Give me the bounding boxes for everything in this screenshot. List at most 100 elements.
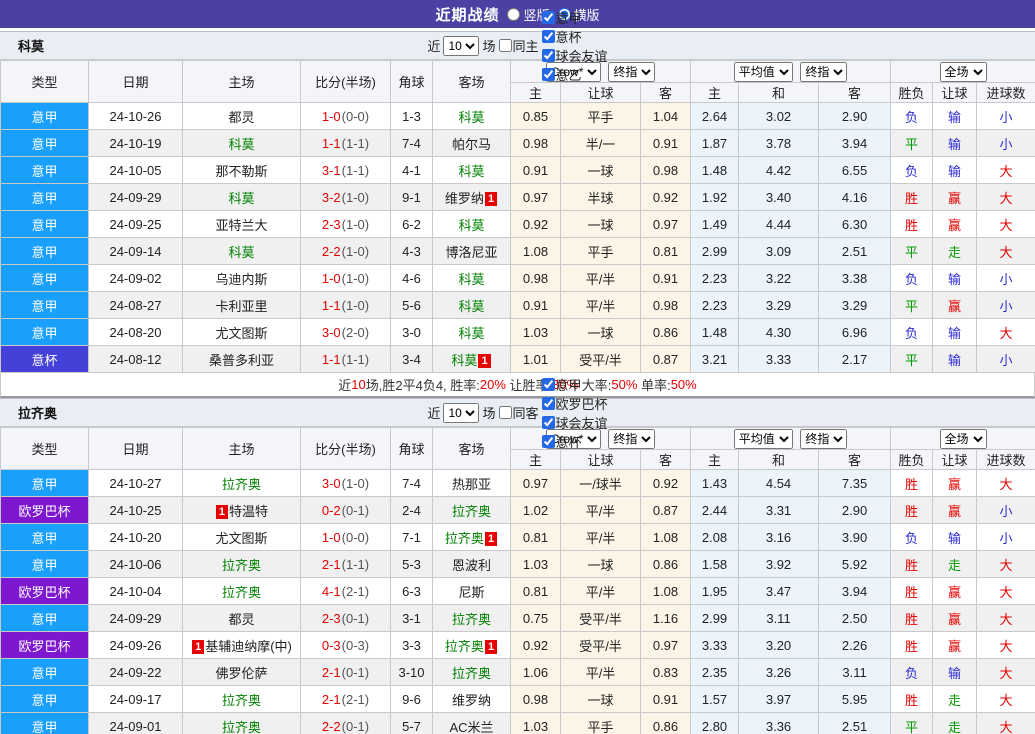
section-header: 科莫 近 10 场 同主 意甲 意杯 球会友谊 意乙 [0, 10, 1035, 83]
league-checkbox[interactable]: 欧罗巴杯 [541, 394, 608, 413]
home-team: 拉齐奥 [182, 550, 301, 578]
result-handicap: 输 [932, 129, 978, 157]
league-checkbox[interactable]: 球会友谊 [541, 413, 608, 432]
league-checkbox-input[interactable] [541, 377, 555, 391]
same-venue-input[interactable] [498, 39, 512, 52]
avg-home: 2.23 [690, 291, 740, 319]
result-goals: 大 [976, 658, 1035, 686]
league-checkbox[interactable]: 意杯 [541, 27, 608, 46]
odds-time-select[interactable]: 终指 [608, 428, 656, 449]
match-row: 意甲 24-08-20 尤文图斯 3-0(2-0) 3-0 科莫 1.03 一球 0.86 1.4… [0, 318, 1035, 346]
period-select[interactable]: 全场 [939, 428, 987, 449]
league-checkbox-input[interactable] [541, 48, 555, 62]
avg-time-select[interactable]: 终指 [800, 61, 848, 82]
corner-score: 3-4 [390, 345, 433, 373]
result-outcome: 平 [890, 129, 934, 157]
full-time-score: 4-1 [321, 583, 341, 599]
match-score: 2-1(1-1) [300, 550, 391, 578]
avg-home: 3.33 [690, 631, 740, 659]
avg-away: 2.17 [818, 345, 892, 373]
col-result-outcome: 胜负 [890, 82, 934, 103]
team-label: 都灵 [228, 109, 255, 125]
filter-bar: 近 10 场 同客 意甲 欧罗巴杯 球会友谊 意杯 [427, 375, 608, 451]
team-label: 科莫 [458, 217, 485, 233]
odds-away: 0.81 [639, 237, 692, 265]
team-label: 科莫 [458, 325, 485, 341]
odds-handicap: 平手 [560, 102, 641, 130]
match-row: 意甲 24-09-25 亚特兰大 2-3(1-0) 6-2 科莫 0.92 一球 0.97 1.4… [0, 210, 1035, 238]
odds-home: 0.75 [510, 604, 561, 632]
away-team: 维罗纳 [432, 685, 511, 713]
avg-draw: 3.16 [738, 523, 820, 551]
match-date: 24-10-26 [88, 102, 183, 130]
recent-count-select[interactable]: 10 [443, 402, 480, 423]
result-goals: 小 [976, 496, 1035, 524]
match-row: 意甲 24-10-05 那不勒斯 3-1(1-1) 4-1 科莫 0.91 一球 0.98 1.4… [0, 156, 1035, 184]
match-row: 欧罗巴杯 24-10-04 拉齐奥 4-1(2-1) 6-3 尼斯 0.81 平/半 1.08 1… [0, 577, 1035, 605]
league-type-badge: 意甲 [0, 550, 89, 578]
league-checkbox-input[interactable] [541, 396, 555, 410]
avg-away: 6.96 [818, 318, 892, 346]
avg-time-select[interactable]: 终指 [800, 428, 848, 449]
avg-home: 2.99 [690, 604, 740, 632]
same-venue-input[interactable] [498, 406, 512, 419]
match-date: 24-08-20 [88, 318, 183, 346]
result-goals: 大 [976, 712, 1035, 734]
period-select[interactable]: 全场 [939, 61, 987, 82]
corner-score: 2-4 [390, 496, 433, 524]
league-checkbox[interactable]: 意甲 [541, 375, 608, 394]
col-odds-home: 主 [510, 449, 561, 470]
odds-time-select[interactable]: 终指 [608, 61, 656, 82]
league-checkbox[interactable]: 意杯 [541, 432, 608, 451]
result-handicap: 赢 [932, 291, 978, 319]
result-goals: 大 [976, 631, 1035, 659]
league-type-badge: 意甲 [0, 102, 89, 130]
result-handicap: 输 [932, 523, 978, 551]
league-checkbox[interactable]: 球会友谊 [541, 46, 608, 65]
half-time-score: (0-1) [341, 502, 370, 518]
team-label: 拉齐奥 [221, 557, 261, 573]
league-checkbox-input[interactable] [541, 434, 555, 448]
league-checkbox-input[interactable] [541, 415, 555, 429]
league-type-badge: 意甲 [0, 469, 89, 497]
team-label: 拉齐奥 [451, 503, 491, 519]
col-avg-draw: 和 [738, 449, 820, 470]
same-venue-checkbox[interactable]: 同客 [498, 403, 539, 422]
league-checkbox-input[interactable] [541, 29, 555, 43]
league-type-badge: 意甲 [0, 264, 89, 292]
result-handicap: 走 [932, 237, 978, 265]
recent-count-select[interactable]: 10 [443, 35, 480, 56]
league-type-badge: 意甲 [0, 237, 89, 265]
away-team: 拉齐奥 1 [432, 631, 511, 659]
avg-source-select[interactable]: 平均值 [733, 428, 793, 449]
league-checkbox-input[interactable] [541, 10, 555, 24]
odds-home: 0.91 [510, 291, 561, 319]
odds-away: 0.91 [639, 129, 692, 157]
team-section: 科莫 近 10 场 同主 意甲 意杯 球会友谊 意乙 类型 日期 主场 比分(半… [0, 10, 1035, 398]
match-row: 意甲 24-09-29 科莫 3-2(1-0) 9-1 维罗纳 1 0.97 半球 0.92 1.9… [0, 183, 1035, 211]
team-label: 科莫 [228, 190, 255, 206]
match-date: 24-09-29 [88, 604, 183, 632]
odds-home: 1.06 [510, 658, 561, 686]
away-team: 科莫 [432, 210, 511, 238]
league-checkbox[interactable]: 意甲 [541, 8, 608, 27]
result-handicap: 走 [932, 712, 978, 734]
match-row: 意甲 24-09-17 拉齐奥 2-1(2-1) 9-6 维罗纳 0.98 一球 0.91 1.5… [0, 685, 1035, 713]
odds-home: 0.97 [510, 183, 561, 211]
team-label: 尼斯 [458, 584, 485, 600]
odds-handicap: 受平/半 [560, 631, 641, 659]
full-time-score: 2-2 [321, 243, 341, 259]
result-outcome: 平 [890, 291, 934, 319]
avg-home: 2.08 [690, 523, 740, 551]
league-checkbox-input[interactable] [541, 67, 555, 81]
same-venue-checkbox[interactable]: 同主 [498, 36, 539, 55]
col-odds-handicap: 让球 [560, 449, 641, 470]
red-card-badge: 1 [484, 191, 498, 206]
col-score: 比分(半场) [300, 60, 391, 103]
league-checkbox[interactable]: 意乙 [541, 65, 608, 84]
result-goals: 小 [976, 102, 1035, 130]
avg-source-select[interactable]: 平均值 [733, 61, 793, 82]
away-team: 热那亚 [432, 469, 511, 497]
result-group-header: 全场 [890, 427, 1035, 450]
home-team: 乌迪内斯 [182, 264, 301, 292]
